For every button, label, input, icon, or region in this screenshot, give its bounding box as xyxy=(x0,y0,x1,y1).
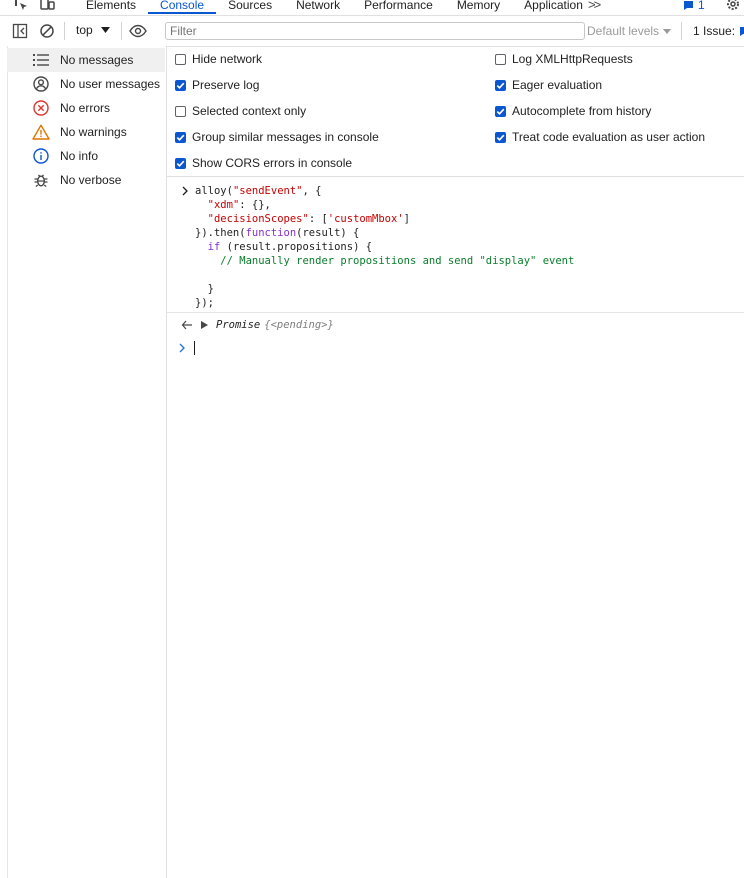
option-label: Show CORS errors in console xyxy=(192,156,353,170)
sidebar-item-label: No info xyxy=(60,149,99,163)
messages-badge[interactable]: 1 xyxy=(683,0,705,14)
settings-gear-icon[interactable] xyxy=(724,0,742,14)
console-settings-panel: Hide network Preserve log Selected conte… xyxy=(167,46,744,177)
eager-evaluation-checkbox[interactable] xyxy=(495,79,506,91)
option-label: Selected context only xyxy=(192,104,307,118)
context-label: top xyxy=(76,23,93,37)
preserve-log-checkbox[interactable] xyxy=(175,79,186,91)
input-chevron-icon xyxy=(181,185,189,199)
sidebar-item-verbose[interactable]: No verbose xyxy=(7,168,165,192)
live-expression-eye-icon[interactable] xyxy=(129,23,147,42)
option-label: Autocomplete from history xyxy=(512,104,652,118)
sidebar-toggle-icon[interactable] xyxy=(12,23,28,42)
sidebar-item-label: No user messages xyxy=(60,77,161,91)
option-label: Preserve log xyxy=(192,78,260,92)
issues-label: 1 Issue: xyxy=(693,24,736,38)
result-type: Promise xyxy=(216,319,261,331)
devtools-tabbar: Elements Console Sources Network Perform… xyxy=(0,0,744,14)
console-toolbar: top Default levels 1 Issue: xyxy=(0,15,744,47)
log-xhr-option[interactable]: Log XMLHttpRequests xyxy=(495,52,633,66)
result-state: {<pending>} xyxy=(264,319,334,331)
sidebar-item-errors[interactable]: No errors xyxy=(7,96,165,120)
toolbar-divider xyxy=(121,22,122,40)
autocomplete-option[interactable]: Autocomplete from history xyxy=(495,104,651,118)
show-cors-option[interactable]: Show CORS errors in console xyxy=(175,156,352,170)
clear-console-icon[interactable] xyxy=(39,23,55,42)
sidebar-item-warnings[interactable]: No warnings xyxy=(7,120,165,144)
selected-context-only-option[interactable]: Selected context only xyxy=(175,104,306,118)
issue-icon xyxy=(740,26,744,36)
expand-triangle-icon[interactable] xyxy=(201,321,208,329)
show-cors-checkbox[interactable] xyxy=(175,157,186,169)
log-xhr-checkbox[interactable] xyxy=(495,53,506,65)
selected-context-only-checkbox[interactable] xyxy=(175,105,186,117)
dropdown-arrow-icon xyxy=(663,28,672,34)
autocomplete-checkbox[interactable] xyxy=(495,105,506,117)
option-label: Treat code evaluation as user action xyxy=(512,130,706,144)
message-icon xyxy=(684,0,693,10)
sidebar-item-label: No errors xyxy=(60,101,111,115)
option-label: Group similar messages in console xyxy=(192,130,379,144)
console-output[interactable]: alloy("sendEvent", { "xdm": {}, "decisio… xyxy=(167,177,744,878)
treat-user-action-option[interactable]: Treat code evaluation as user action xyxy=(495,130,705,144)
option-label: Log XMLHttpRequests xyxy=(512,52,633,66)
user-icon xyxy=(32,75,50,93)
context-selector[interactable]: top xyxy=(76,23,110,37)
option-label: Eager evaluation xyxy=(512,78,603,92)
hide-network-checkbox[interactable] xyxy=(175,53,186,65)
tab-performance[interactable]: Performance xyxy=(352,0,445,14)
console-result[interactable]: Promise {<pending>} xyxy=(181,319,334,331)
sidebar-item-label: No messages xyxy=(60,53,134,67)
hide-network-option[interactable]: Hide network xyxy=(175,52,262,66)
option-label: Hide network xyxy=(192,52,263,66)
sidebar-item-label: No verbose xyxy=(60,173,122,187)
console-prompt[interactable] xyxy=(178,341,195,355)
error-icon xyxy=(32,99,50,117)
panel-tabs: Elements Console Sources Network Perform… xyxy=(74,0,595,14)
device-toolbar-icon[interactable] xyxy=(38,0,56,13)
toolbar-divider xyxy=(681,22,682,40)
warning-icon xyxy=(32,123,50,141)
messages-count: 1 xyxy=(698,0,705,12)
issues-counter[interactable]: 1 Issue: xyxy=(693,24,744,38)
bug-icon xyxy=(32,171,50,189)
filter-input[interactable] xyxy=(165,22,585,40)
sidebar-item-user-messages[interactable]: No user messages xyxy=(7,72,165,96)
result-return-arrow-icon xyxy=(181,320,192,330)
tab-sources[interactable]: Sources xyxy=(216,0,284,14)
dropdown-arrow-icon xyxy=(100,27,110,33)
preserve-log-option[interactable]: Preserve log xyxy=(175,78,259,92)
tab-memory[interactable]: Memory xyxy=(445,0,512,14)
text-cursor xyxy=(194,341,195,355)
inspect-element-icon[interactable] xyxy=(12,0,30,13)
treat-user-action-checkbox[interactable] xyxy=(495,131,506,143)
log-levels-dropdown[interactable]: Default levels xyxy=(587,24,672,38)
tab-elements[interactable]: Elements xyxy=(74,0,148,14)
tab-application[interactable]: Application xyxy=(512,0,595,14)
eager-evaluation-option[interactable]: Eager evaluation xyxy=(495,78,602,92)
sidebar-item-messages[interactable]: No messages xyxy=(7,48,165,72)
toolbar-divider xyxy=(64,22,65,40)
prompt-chevron-icon xyxy=(179,343,185,353)
more-tabs-button[interactable]: >> xyxy=(588,0,601,14)
console-input-code[interactable]: alloy("sendEvent", { "xdm": {}, "decisio… xyxy=(195,184,574,310)
group-similar-option[interactable]: Group similar messages in console xyxy=(175,130,379,144)
sidebar-item-info[interactable]: No info xyxy=(7,144,165,168)
entry-divider xyxy=(167,312,744,313)
list-icon xyxy=(32,51,50,69)
log-levels-label: Default levels xyxy=(587,24,660,38)
tab-console[interactable]: Console xyxy=(148,0,217,14)
group-similar-checkbox[interactable] xyxy=(175,131,186,143)
console-sidebar: No messages No user messages No errors N… xyxy=(0,46,167,878)
info-icon xyxy=(32,147,50,165)
sidebar-item-label: No warnings xyxy=(60,125,127,139)
tab-network[interactable]: Network xyxy=(284,0,352,14)
